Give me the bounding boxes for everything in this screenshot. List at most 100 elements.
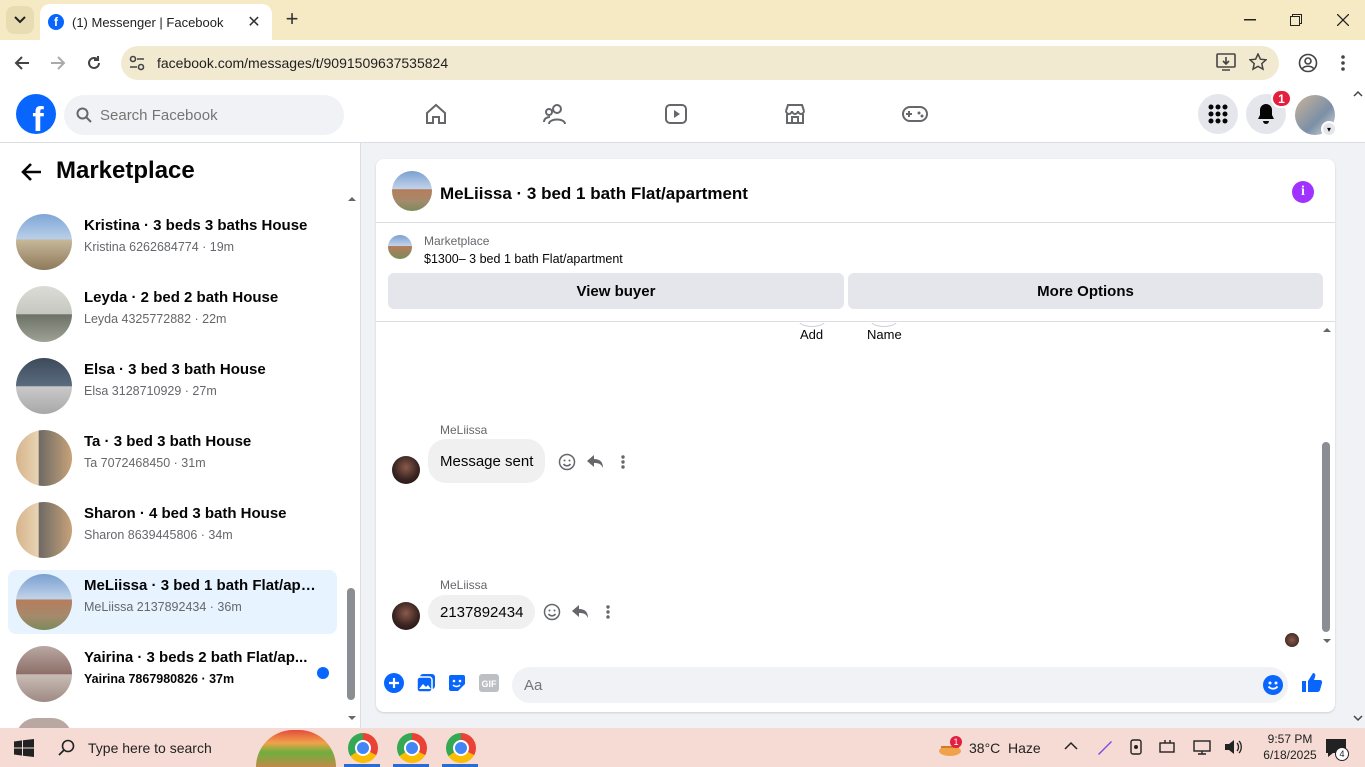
message-input[interactable]: [512, 667, 1288, 703]
scrollbar-thumb[interactable]: [1322, 442, 1330, 632]
tab-title: (1) Messenger | Facebook: [72, 14, 224, 30]
install-app-icon[interactable]: [1216, 53, 1236, 71]
unread-indicator: [317, 667, 329, 679]
listing-thumbnail: [16, 430, 72, 486]
chat-title[interactable]: MeLiissa · 3 bed 1 bath Flat/apartment: [440, 184, 748, 204]
conversation-title: Leyda · 2 bed 2 bath House: [84, 289, 279, 306]
message-thread: Add Name MeLiissa Message sent MeLiissa …: [376, 323, 1335, 653]
reply-icon[interactable]: [570, 602, 590, 622]
network-icon[interactable]: [1193, 739, 1211, 755]
conversation-subtitle: Elsa 3128710929 · 27m: [84, 384, 217, 398]
emoji-icon[interactable]: [1262, 674, 1284, 696]
conversation-item[interactable]: Elsa · 3 bed 3 bath House Elsa 312871092…: [8, 354, 337, 418]
listing-thumbnail: [16, 574, 72, 630]
conversation-item[interactable]: Yairina · 3 beds 2 bath Flat/ap... Yairi…: [8, 642, 337, 706]
search-icon: [58, 739, 75, 756]
bell-icon: [1258, 104, 1274, 124]
menu-grid-button[interactable]: [1198, 94, 1238, 134]
weather-desc[interactable]: Haze: [1008, 740, 1041, 756]
reply-icon[interactable]: [585, 452, 605, 472]
add-plus-icon[interactable]: [383, 672, 405, 694]
page-scroll-up-icon[interactable]: [1353, 90, 1363, 98]
minimize-window-icon[interactable]: [1240, 10, 1260, 30]
chat-panel: MeLiissa · 3 bed 1 bath Flat/apartment i…: [376, 159, 1335, 712]
browser-menu-icon[interactable]: [1336, 53, 1350, 73]
new-tab-button[interactable]: +: [282, 8, 302, 30]
bookmark-star-icon[interactable]: [1249, 53, 1267, 71]
home-icon[interactable]: [422, 100, 450, 128]
sender-avatar[interactable]: [392, 456, 420, 484]
conversation-title: Kristina · 3 beds 3 baths House: [84, 217, 308, 234]
close-tab-icon[interactable]: ✕: [244, 12, 264, 32]
message-sender: MeLiissa: [440, 423, 488, 437]
search-box[interactable]: [64, 95, 344, 135]
scrollbar-thumb[interactable]: [347, 588, 355, 700]
more-actions-icon[interactable]: [598, 602, 618, 622]
more-options-button[interactable]: More Options: [848, 273, 1323, 309]
account-caret-icon[interactable]: ▾: [1321, 121, 1337, 137]
pen-icon[interactable]: [1097, 739, 1113, 755]
chrome-app-icon[interactable]: [348, 733, 378, 763]
weather-badge: 1: [950, 736, 962, 748]
meet-now-icon[interactable]: [1129, 739, 1145, 755]
chat-avatar[interactable]: [392, 171, 432, 211]
friends-icon[interactable]: [542, 100, 570, 128]
react-emoji-icon[interactable]: [542, 602, 562, 622]
gif-icon[interactable]: GIF: [478, 672, 500, 694]
add-label[interactable]: Add: [800, 327, 823, 342]
profile-icon[interactable]: [1298, 53, 1318, 73]
sender-avatar[interactable]: [392, 602, 420, 630]
sticker-icon[interactable]: [446, 672, 468, 694]
listing-thumbnail: [16, 502, 72, 558]
like-thumbs-up-icon[interactable]: [1301, 671, 1323, 693]
listing-thumbnail: [16, 358, 72, 414]
back-icon[interactable]: [10, 51, 34, 75]
restore-window-icon[interactable]: [1286, 10, 1306, 30]
conversation-item[interactable]: Leyda · 2 bed 2 bath House Leyda 4325772…: [8, 282, 337, 346]
forward-icon[interactable]: [46, 51, 70, 75]
grid-icon: [1208, 104, 1228, 124]
page-scroll-down-icon[interactable]: [1353, 714, 1363, 722]
site-info-icon[interactable]: [128, 54, 146, 72]
photo-icon[interactable]: [415, 672, 437, 694]
search-icon: [76, 107, 92, 123]
tab-search-dropdown[interactable]: [6, 6, 34, 34]
conversation-item[interactable]: Ta · 3 bed 3 bath House Ta 7072468450 · …: [8, 426, 337, 490]
info-icon[interactable]: i: [1292, 181, 1314, 203]
message-bubble[interactable]: 2137892434: [428, 595, 536, 629]
search-input[interactable]: [100, 95, 330, 135]
clock-date: 6/18/2025: [1263, 748, 1317, 762]
battery-icon[interactable]: [1159, 739, 1177, 755]
listing-price: $1300– 3 bed 1 bath Flat/apartment: [424, 252, 623, 266]
reload-icon[interactable]: [82, 51, 106, 75]
notification-count: 4: [1335, 747, 1349, 761]
facebook-logo[interactable]: f: [16, 94, 56, 134]
marketplace-icon[interactable]: [781, 100, 809, 128]
message-bubble[interactable]: Message sent: [428, 439, 546, 483]
more-actions-icon[interactable]: [613, 452, 633, 472]
react-emoji-icon[interactable]: [557, 452, 577, 472]
chrome-app-icon[interactable]: [446, 733, 476, 763]
conversation-item[interactable]: Sharon · 4 bed 3 bath House Sharon 86394…: [8, 498, 337, 562]
windows-start-icon[interactable]: [14, 739, 34, 757]
conversation-item[interactable]: Kristina · 3 beds 3 baths House Kristina…: [8, 210, 337, 274]
listing-bar: Marketplace $1300– 3 bed 1 bath Flat/apa…: [376, 224, 1335, 322]
conversation-subtitle: MeLiissa 2137892434 · 36m: [84, 600, 242, 614]
windows-taskbar: Type here to search 1 38°C Haze 9:57 PM …: [0, 728, 1365, 767]
weather-temp[interactable]: 38°C: [969, 740, 1000, 756]
back-arrow-icon[interactable]: [20, 160, 44, 184]
video-icon[interactable]: [662, 100, 690, 128]
close-window-icon[interactable]: [1333, 10, 1353, 30]
conversation-title: MeLiissa · 3 bed 1 bath Flat/apar...: [84, 577, 324, 594]
taskbar-clock[interactable]: 9:57 PM 6/18/2025: [1258, 731, 1322, 763]
clock-time: 9:57 PM: [1267, 732, 1313, 746]
listing-thumbnail: [388, 235, 412, 259]
view-buyer-button[interactable]: View buyer: [388, 273, 844, 309]
conversation-item-active[interactable]: MeLiissa · 3 bed 1 bath Flat/apar... MeL…: [8, 570, 337, 634]
volume-icon[interactable]: [1224, 739, 1242, 755]
chrome-app-icon[interactable]: [397, 733, 427, 763]
browser-tab[interactable]: f (1) Messenger | Facebook ✕: [40, 4, 272, 40]
gaming-icon[interactable]: [901, 100, 929, 128]
name-label[interactable]: Name: [867, 327, 902, 342]
tray-chevron-up-icon[interactable]: [1064, 741, 1078, 751]
